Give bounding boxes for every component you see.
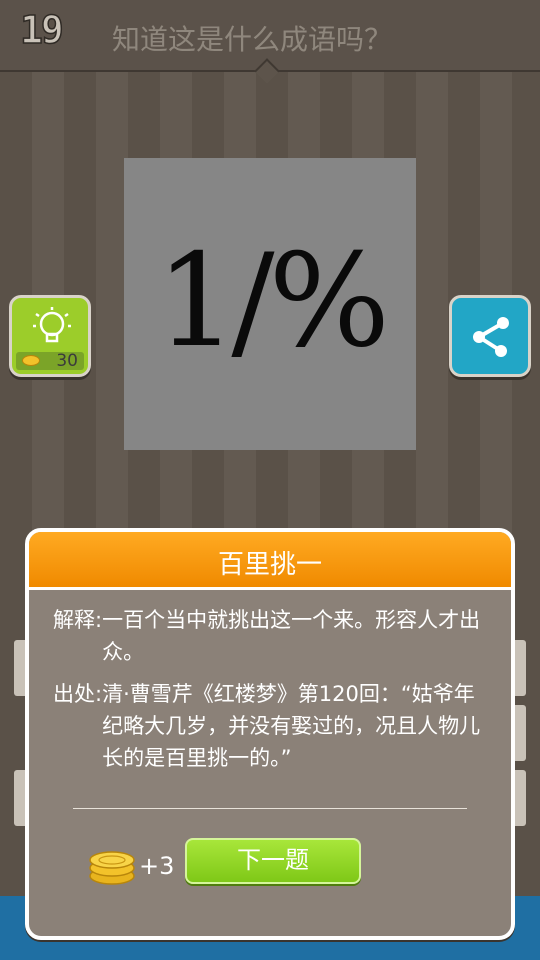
source-label: 出处: (53, 682, 103, 706)
explanation-label: 解释: (53, 608, 103, 632)
divider (73, 808, 467, 809)
top-bar: 19 知道这是什么成语吗？ (0, 0, 540, 84)
explanation-text: 一百个当中就挑出这一个来。形容人才出众。 (102, 608, 481, 664)
share-button[interactable] (449, 295, 531, 377)
puzzle-text: 1/% (155, 226, 390, 376)
hint-cost-badge: 30 (16, 351, 84, 371)
question-title: 知道这是什么成语吗？ (112, 23, 393, 56)
dialog-header: 百里挑一 (29, 532, 511, 590)
header-notch (254, 58, 280, 84)
share-icon (473, 317, 509, 357)
answer-dialog: 百里挑一 解释: 一百个当中就挑出这一个来。形容人才出众。 出处: 清·曹雪芹《… (25, 528, 515, 940)
next-question-button[interactable]: 下一题 (185, 838, 361, 884)
idiom-answer: 百里挑一 (217, 550, 322, 580)
explanation-row: 解释: 一百个当中就挑出这一个来。形容人才出众。 (53, 604, 493, 668)
hint-button[interactable]: 30 (9, 295, 91, 377)
puzzle-image: 1/% (124, 158, 416, 450)
coins-icon (89, 851, 135, 885)
level-number: 19 (19, 7, 64, 53)
source-text: 清·曹雪芹《红楼梦》第120回：“姑爷年纪略大几岁，并没有娶过的，况且人物儿长的… (102, 682, 481, 770)
coin-icon (22, 355, 40, 366)
lightbulb-icon (33, 307, 71, 343)
hint-cost: 30 (56, 351, 78, 371)
coin-reward: +3 (139, 852, 175, 880)
source-row: 出处: 清·曹雪芹《红楼梦》第120回：“姑爷年纪略大几岁，并没有娶过的，况且人… (53, 678, 493, 774)
